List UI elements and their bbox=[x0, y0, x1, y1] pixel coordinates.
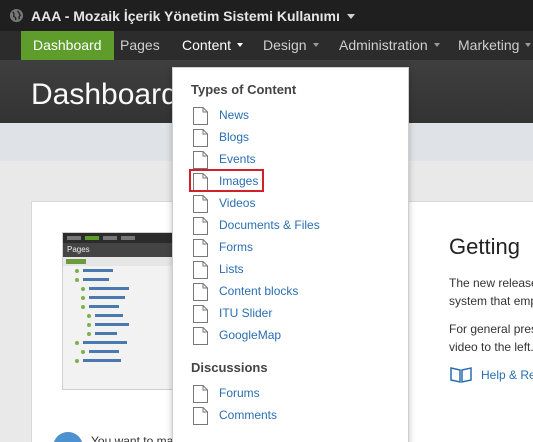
menu-item-label: Documents & Files bbox=[219, 218, 320, 232]
menu-item-events[interactable]: Events bbox=[193, 149, 393, 169]
presentation-text: video to the left. bbox=[449, 340, 533, 354]
menu-item-videos[interactable]: Videos bbox=[193, 193, 393, 213]
nav-administration[interactable]: Administration bbox=[339, 31, 440, 60]
help-link[interactable]: Help & Re bbox=[481, 368, 533, 382]
nav-label: Dashboard bbox=[33, 37, 102, 53]
menu-item-label: Comments bbox=[219, 408, 278, 422]
images-highlight-box bbox=[189, 169, 264, 192]
top-bar: AAA - Mozaik İçerik Yönetim Sistemi Kull… bbox=[0, 0, 533, 31]
document-icon bbox=[193, 261, 208, 279]
discussions-heading: Discussions bbox=[191, 360, 268, 375]
presentation-text: For general pres bbox=[449, 322, 533, 336]
menu-item-googlemap[interactable]: GoogleMap bbox=[193, 325, 393, 345]
menu-item-label: ITU Slider bbox=[219, 306, 273, 320]
chevron-down-icon[interactable] bbox=[347, 14, 355, 19]
document-icon bbox=[193, 239, 208, 257]
document-icon bbox=[193, 107, 208, 125]
getting-started-title: Getting bbox=[449, 234, 520, 259]
nav-design[interactable]: Design bbox=[263, 31, 319, 60]
document-icon bbox=[193, 327, 208, 345]
site-title[interactable]: AAA - Mozaik İçerik Yönetim Sistemi Kull… bbox=[31, 8, 340, 24]
chevron-down-icon bbox=[237, 43, 244, 48]
nav-label: Pages bbox=[120, 37, 160, 53]
menu-item-content-blocks[interactable]: Content blocks bbox=[193, 281, 393, 301]
menu-item-blogs[interactable]: Blogs bbox=[193, 127, 393, 147]
menu-item-label: Blogs bbox=[219, 130, 250, 144]
thumbnail-title: Pages bbox=[63, 243, 174, 257]
nav-label: Content bbox=[182, 37, 232, 53]
book-icon[interactable] bbox=[449, 366, 473, 384]
document-icon bbox=[193, 195, 208, 213]
menu-item-label: Videos bbox=[219, 196, 256, 210]
document-icon bbox=[193, 385, 208, 403]
menu-item-label: Events bbox=[219, 152, 256, 166]
video-thumbnail[interactable]: Pages bbox=[62, 232, 175, 390]
nav-marketing[interactable]: Marketing bbox=[458, 31, 532, 60]
menu-item-label: Forms bbox=[219, 240, 253, 254]
chevron-down-icon bbox=[525, 43, 532, 48]
types-of-content-heading: Types of Content bbox=[191, 82, 297, 97]
tip-text: You want to ma bbox=[91, 434, 174, 442]
menu-item-label: GoogleMap bbox=[219, 328, 282, 342]
intro-text: system that emp bbox=[449, 294, 533, 308]
nav-content[interactable]: Content bbox=[182, 31, 244, 60]
menu-item-news[interactable]: News bbox=[193, 105, 393, 125]
chevron-down-icon bbox=[312, 43, 319, 48]
document-icon bbox=[193, 407, 208, 425]
menu-item-documents-files[interactable]: Documents & Files bbox=[193, 215, 393, 235]
document-icon bbox=[193, 305, 208, 323]
nav-label: Administration bbox=[339, 37, 428, 53]
menu-item-comments[interactable]: Comments bbox=[193, 405, 393, 425]
document-icon bbox=[193, 151, 208, 169]
thumbnail-nav bbox=[63, 233, 174, 243]
page-title: Dashboard bbox=[31, 78, 178, 111]
nav-label: Marketing bbox=[458, 37, 520, 53]
nav-label: Design bbox=[263, 37, 307, 53]
document-icon bbox=[193, 129, 208, 147]
menu-item-forums[interactable]: Forums bbox=[193, 383, 393, 403]
menu-item-label: News bbox=[219, 108, 250, 122]
document-icon bbox=[193, 283, 208, 301]
nav-dashboard[interactable]: Dashboard bbox=[21, 31, 114, 60]
menu-item-lists[interactable]: Lists bbox=[193, 259, 393, 279]
menu-item-itu-slider[interactable]: ITU Slider bbox=[193, 303, 393, 323]
intro-text: The new release bbox=[449, 276, 533, 290]
menu-item-label: Lists bbox=[219, 262, 244, 276]
chevron-down-icon bbox=[433, 43, 440, 48]
menu-item-label: Content blocks bbox=[219, 284, 299, 298]
menu-item-forms[interactable]: Forms bbox=[193, 237, 393, 257]
menu-item-label: Forums bbox=[219, 386, 260, 400]
nav-pages[interactable]: Pages bbox=[120, 31, 160, 60]
document-icon bbox=[193, 217, 208, 235]
globe-icon bbox=[9, 8, 24, 23]
main-nav: Dashboard Pages Content Design Administr… bbox=[0, 31, 533, 60]
